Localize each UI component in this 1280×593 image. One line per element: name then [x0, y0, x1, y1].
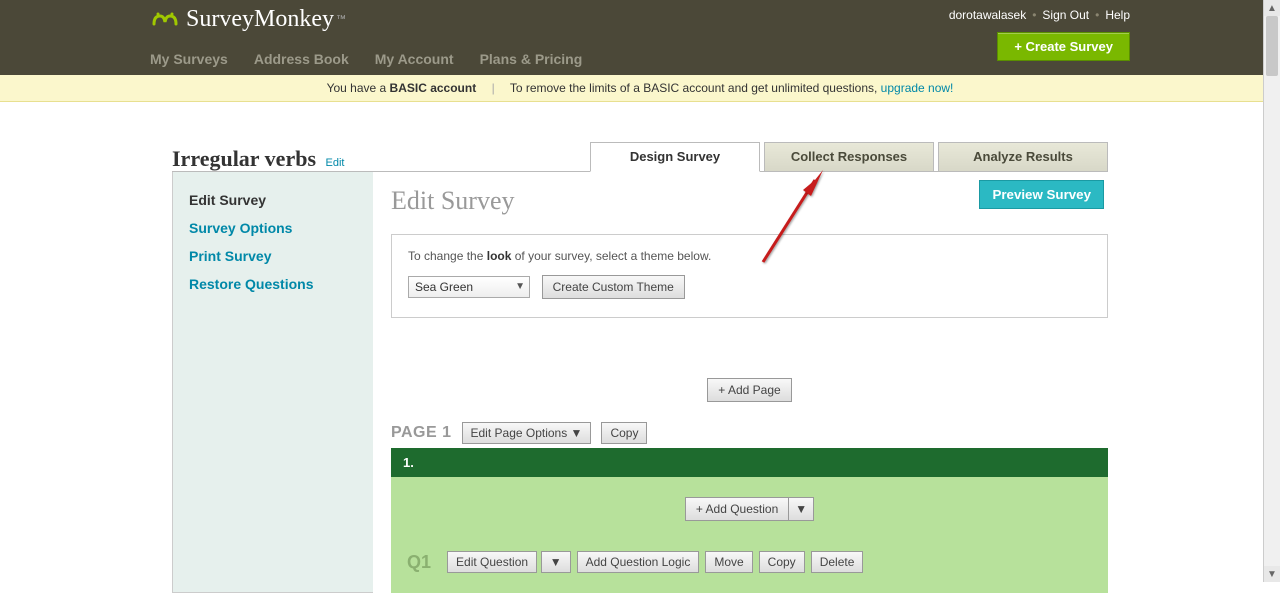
logo[interactable]: SurveyMonkey™	[150, 6, 346, 33]
add-question-logic-button[interactable]: Add Question Logic	[577, 551, 700, 573]
nav-address-book[interactable]: Address Book	[254, 51, 349, 67]
theme-select[interactable]: Sea Green ▼	[408, 276, 530, 298]
workflow-tabs: Design Survey Collect Responses Analyze …	[586, 142, 1108, 172]
move-question-button[interactable]: Move	[705, 551, 752, 573]
user-links: dorotawalasek•Sign Out•Help	[949, 8, 1130, 22]
tab-analyze-results[interactable]: Analyze Results	[938, 142, 1108, 171]
promo-prefix: You have a	[327, 81, 390, 95]
create-survey-button[interactable]: + Create Survey	[997, 32, 1130, 61]
promo-divider: |	[492, 81, 495, 95]
copy-question-button[interactable]: Copy	[759, 551, 805, 573]
sidebar-restore-questions[interactable]: Restore Questions	[173, 270, 373, 298]
add-question-button[interactable]: + Add Question	[685, 497, 788, 521]
nav-plans-pricing[interactable]: Plans & Pricing	[480, 51, 583, 67]
nav-my-surveys[interactable]: My Surveys	[150, 51, 228, 67]
scroll-thumb[interactable]	[1266, 16, 1278, 76]
main-content: Irregular verbs Edit Design Survey Colle…	[172, 142, 1108, 593]
monkey-icon	[150, 10, 180, 30]
page-box-title: 1.	[391, 448, 1108, 477]
question-label: Q1	[407, 552, 431, 573]
add-page-row: + Add Page	[391, 378, 1108, 402]
username-link[interactable]: dorotawalasek	[949, 8, 1026, 22]
signout-link[interactable]: Sign Out	[1042, 8, 1089, 22]
survey-title-text: Irregular verbs	[172, 146, 316, 171]
panel: Edit Survey Preview Survey To change the…	[373, 172, 1108, 593]
copy-page-button[interactable]: Copy	[601, 422, 647, 444]
chevron-down-icon: ▼	[515, 281, 525, 292]
promo-banner: You have a BASIC account | To remove the…	[0, 75, 1280, 102]
theme-selected-value: Sea Green	[415, 280, 473, 294]
trademark: ™	[336, 14, 346, 25]
add-page-button[interactable]: + Add Page	[707, 378, 791, 402]
edit-title-link[interactable]: Edit	[326, 157, 345, 169]
edit-question-button[interactable]: Edit Question	[447, 551, 537, 573]
sidebar: Edit Survey Survey Options Print Survey …	[172, 172, 373, 593]
create-custom-theme-button[interactable]: Create Custom Theme	[542, 275, 685, 299]
top-nav: My Surveys Address Book My Account Plans…	[150, 51, 582, 67]
survey-title: Irregular verbs Edit	[172, 146, 344, 172]
preview-survey-button[interactable]: Preview Survey	[979, 180, 1104, 209]
edit-question-dropdown-button[interactable]: ▼	[541, 551, 571, 573]
sidebar-edit-survey[interactable]: Edit Survey	[173, 186, 373, 214]
nav-my-account[interactable]: My Account	[375, 51, 454, 67]
delete-question-button[interactable]: Delete	[811, 551, 864, 573]
page-label: PAGE 1	[391, 424, 452, 442]
theme-box: To change the look of your survey, selec…	[391, 234, 1108, 318]
theme-prompt: To change the look of your survey, selec…	[408, 249, 1091, 263]
add-question-dropdown-button[interactable]: ▼	[788, 497, 814, 521]
tab-collect-responses[interactable]: Collect Responses	[764, 142, 934, 171]
promo-account-type: BASIC account	[390, 81, 477, 95]
brand-text: SurveyMonkey	[186, 6, 334, 33]
scroll-down-icon[interactable]: ▼	[1264, 566, 1280, 582]
sidebar-survey-options[interactable]: Survey Options	[173, 214, 373, 242]
upgrade-link[interactable]: upgrade now!	[881, 81, 954, 95]
promo-text: To remove the limits of a BASIC account …	[510, 81, 881, 95]
vertical-scrollbar[interactable]: ▲ ▼	[1263, 0, 1280, 582]
title-bar: Irregular verbs Edit Design Survey Colle…	[172, 142, 1108, 172]
sidebar-print-survey[interactable]: Print Survey	[173, 242, 373, 270]
add-question-row: + Add Question ▼	[407, 497, 1092, 521]
page-header: PAGE 1 Edit Page Options ▼ Copy	[391, 422, 1108, 444]
page-box-body: + Add Question ▼ Q1 Edit Question ▼ Add …	[391, 477, 1108, 593]
page-box: 1. + Add Question ▼ Q1 Edit Question ▼	[391, 448, 1108, 593]
top-bar: SurveyMonkey™ My Surveys Address Book My…	[0, 0, 1280, 75]
tab-design-survey[interactable]: Design Survey	[590, 142, 760, 172]
help-link[interactable]: Help	[1105, 8, 1130, 22]
edit-page-options-button[interactable]: Edit Page Options ▼	[462, 422, 592, 444]
question-row: Q1 Edit Question ▼ Add Question Logic Mo…	[407, 551, 1092, 573]
content-area: Edit Survey Survey Options Print Survey …	[172, 172, 1108, 593]
scroll-up-icon[interactable]: ▲	[1264, 0, 1280, 16]
